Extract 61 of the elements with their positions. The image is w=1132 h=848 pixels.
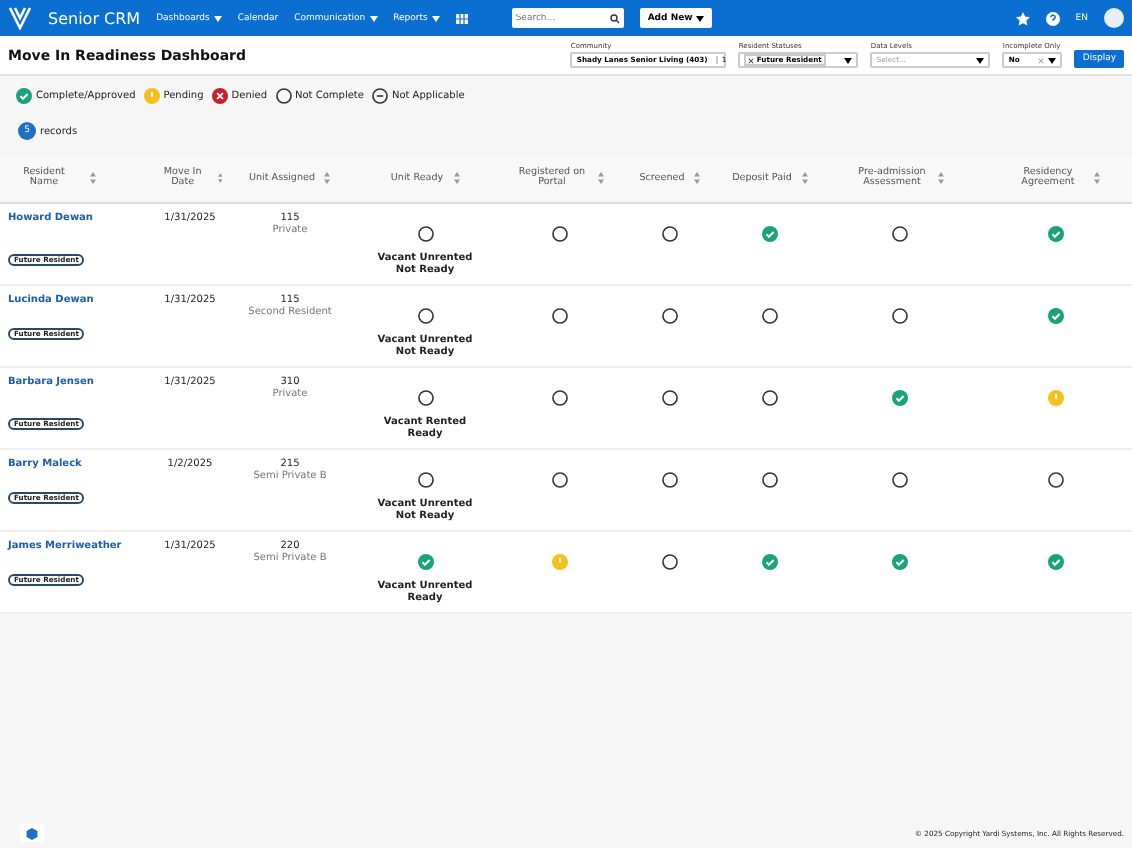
empty-circle-icon [417, 225, 433, 241]
empty-circle-icon [662, 389, 678, 405]
caret-icon [976, 57, 985, 63]
x-circle-icon [211, 88, 228, 104]
brand-name: Senior CRM [48, 9, 141, 27]
check-circle-icon [1048, 553, 1064, 569]
sort-icon[interactable] [217, 172, 222, 185]
check-circle-icon [417, 553, 433, 569]
grid-icon[interactable] [455, 13, 468, 23]
caret-icon [213, 15, 222, 21]
pending-circle-icon [552, 553, 568, 569]
check-circle-icon [1048, 225, 1064, 241]
check-circle-icon [762, 553, 778, 569]
help-icon[interactable] [1045, 11, 1060, 25]
pending-circle-icon [143, 88, 160, 104]
caret-icon [1048, 57, 1057, 63]
empty-circle-icon [417, 389, 433, 405]
empty-circle-icon [662, 471, 678, 487]
empty-circle-icon [552, 307, 568, 323]
empty-circle-icon [552, 471, 568, 487]
caret-icon [696, 15, 705, 21]
empty-circle-icon [762, 471, 778, 487]
pending-circle-icon [1048, 389, 1064, 405]
clear-icon[interactable] [748, 57, 755, 63]
caret-icon [431, 15, 440, 21]
empty-circle-icon [892, 225, 908, 241]
empty-circle-icon [662, 307, 678, 323]
empty-circle-icon [762, 307, 778, 323]
cube-icon [26, 827, 38, 839]
logo-icon [8, 6, 32, 30]
sort-icon[interactable] [453, 172, 460, 185]
check-circle-icon [892, 389, 908, 405]
user-avatar[interactable] [1104, 8, 1124, 28]
empty-circle-icon [275, 88, 291, 104]
empty-circle-icon [892, 471, 908, 487]
sort-icon[interactable] [90, 172, 96, 185]
check-circle-icon [892, 553, 908, 569]
caret-icon [369, 15, 378, 21]
empty-circle-icon [417, 307, 433, 323]
empty-circle-icon [762, 389, 778, 405]
check-circle-icon [762, 225, 778, 241]
sort-icon[interactable] [801, 172, 808, 185]
search-icon[interactable] [609, 13, 620, 23]
empty-circle-icon [552, 225, 568, 241]
sort-icon[interactable] [938, 172, 944, 185]
sort-icon[interactable] [1094, 172, 1100, 185]
empty-circle-icon [552, 389, 568, 405]
empty-circle-icon [417, 471, 433, 487]
star-icon[interactable] [1015, 11, 1030, 25]
empty-circle-icon [1048, 471, 1064, 487]
caret-icon [844, 57, 853, 63]
sort-icon[interactable] [694, 172, 701, 185]
help-widget[interactable] [20, 824, 44, 842]
empty-circle-icon [892, 307, 908, 323]
sort-icon[interactable] [598, 172, 604, 185]
check-circle-icon [1048, 307, 1064, 323]
empty-circle-icon [662, 553, 678, 569]
empty-circle-icon [662, 225, 678, 241]
minus-circle-icon [371, 88, 388, 104]
check-circle-icon [16, 88, 32, 104]
sort-icon[interactable] [324, 172, 331, 185]
